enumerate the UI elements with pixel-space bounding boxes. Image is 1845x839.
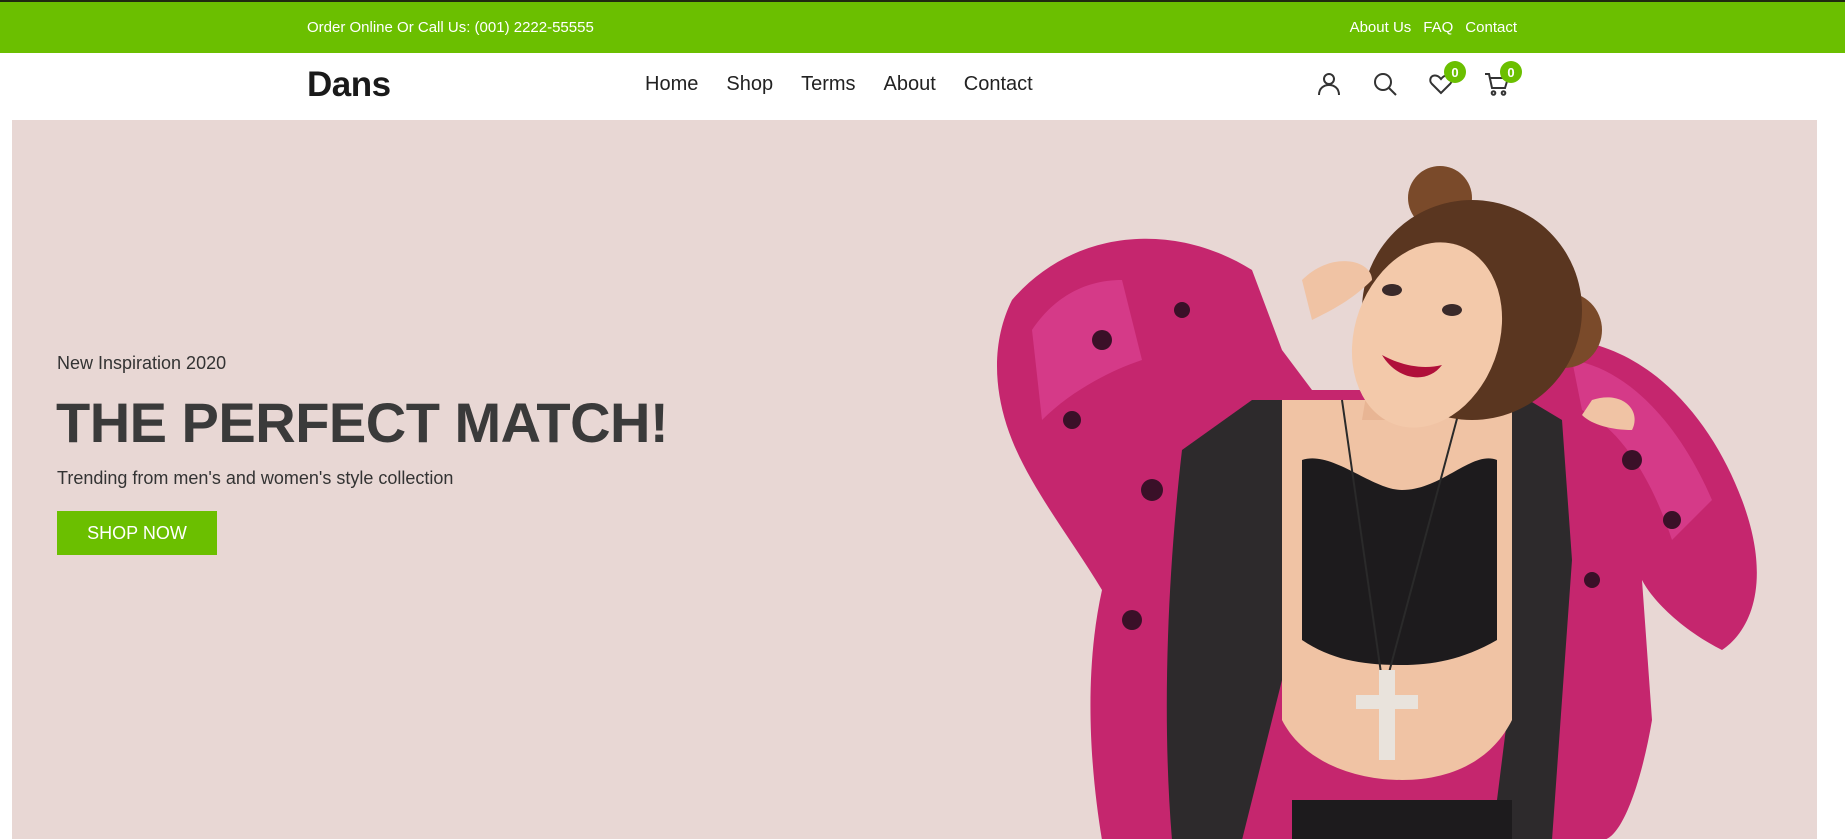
account-button[interactable] bbox=[1312, 67, 1346, 101]
top-bar: Order Online Or Call Us: (001) 2222-5555… bbox=[0, 0, 1845, 53]
cart-button[interactable]: 0 bbox=[1480, 61, 1522, 101]
top-links: About Us FAQ Contact bbox=[1350, 19, 1517, 36]
hero-banner: New Inspiration 2020 THE PERFECT MATCH! … bbox=[12, 120, 1817, 839]
site-header: Dans Home Shop Terms About Contact 0 0 bbox=[0, 53, 1845, 120]
hero-title: THE PERFECT MATCH! bbox=[56, 391, 669, 454]
nav-home[interactable]: Home bbox=[645, 73, 698, 96]
top-link-about-us[interactable]: About Us bbox=[1350, 19, 1412, 36]
nav-about[interactable]: About bbox=[884, 73, 936, 96]
top-link-contact[interactable]: Contact bbox=[1465, 19, 1517, 36]
user-icon bbox=[1318, 73, 1340, 96]
order-phone-text: Order Online Or Call Us: (001) 2222-5555… bbox=[307, 19, 594, 36]
site-logo[interactable]: Dans bbox=[307, 65, 391, 105]
hero-subtitle: Trending from men's and women's style co… bbox=[57, 468, 454, 488]
search-button[interactable] bbox=[1368, 67, 1402, 101]
search-icon bbox=[1374, 73, 1397, 96]
shop-now-button[interactable]: SHOP NOW bbox=[57, 511, 217, 555]
main-nav: Home Shop Terms About Contact bbox=[645, 73, 1033, 96]
nav-contact[interactable]: Contact bbox=[964, 73, 1033, 96]
nav-terms[interactable]: Terms bbox=[801, 73, 855, 96]
hero-model-image bbox=[997, 166, 1757, 839]
header-icons: 0 0 bbox=[1312, 61, 1522, 107]
wishlist-count-badge: 0 bbox=[1444, 61, 1466, 83]
top-link-faq[interactable]: FAQ bbox=[1423, 19, 1453, 36]
wishlist-button[interactable]: 0 bbox=[1424, 61, 1466, 101]
nav-shop[interactable]: Shop bbox=[726, 73, 773, 96]
cart-count-badge: 0 bbox=[1500, 61, 1522, 83]
hero-kicker: New Inspiration 2020 bbox=[57, 353, 227, 373]
